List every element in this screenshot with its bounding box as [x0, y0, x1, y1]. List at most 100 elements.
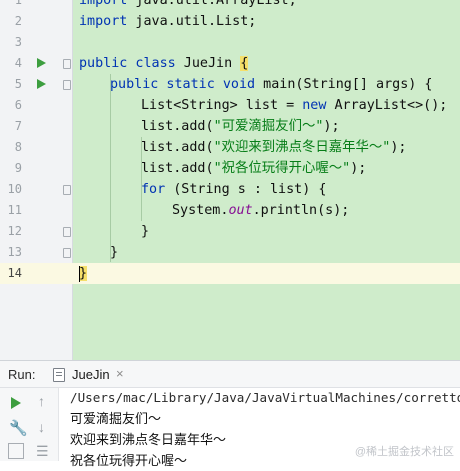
- code-token: list.add(: [141, 140, 214, 155]
- console-line: 欢迎来到沸点冬日嘉年华～: [70, 432, 227, 447]
- up-arrow-icon[interactable]: ↑: [38, 393, 45, 409]
- code-text: list.add("可爱滴掘友们～");: [141, 116, 340, 137]
- code-token: public class: [79, 56, 176, 71]
- code-text: List<String> list = new ArrayList<>();: [141, 95, 447, 116]
- code-text: list.add("祝各位玩得开心喔～");: [141, 158, 366, 179]
- code-text: }: [141, 221, 149, 242]
- code-token: "祝各位玩得开心喔～": [213, 161, 351, 176]
- list-icon[interactable]: ☰: [36, 443, 49, 460]
- fold-icon[interactable]: [63, 248, 71, 258]
- code-text: public static void main(String[] args) {: [110, 74, 433, 95]
- console-line: 祝各位玩得开心喔～: [70, 453, 188, 468]
- indent-guide: [110, 74, 111, 262]
- console-line: /Users/mac/Library/Java/JavaVirtualMachi…: [70, 390, 460, 405]
- code-token: (String s : list) {: [165, 182, 327, 197]
- code-token: );: [390, 140, 407, 155]
- code-token: java.util.List;: [127, 14, 257, 29]
- code-token: {: [240, 56, 249, 71]
- code-text: System.out.println(s);: [172, 200, 349, 221]
- indent-guide: [141, 137, 142, 221]
- code-token: ArrayList<>();: [326, 98, 448, 113]
- code-token: "可爱滴掘友们～": [213, 119, 324, 134]
- fold-icon[interactable]: [63, 59, 71, 69]
- code-token: import: [79, 0, 128, 8]
- code-token: }: [110, 245, 119, 260]
- file-icon: [53, 368, 65, 382]
- code-token: list.add(: [141, 119, 214, 134]
- line-number: 6: [14, 98, 22, 112]
- code-line: 13}: [0, 242, 460, 263]
- line-number: 10: [7, 182, 22, 196]
- code-line: 14}: [0, 263, 460, 284]
- code-token: import: [79, 14, 128, 29]
- watermark: @稀土掘金技术社区: [354, 446, 454, 458]
- line-number: 1: [14, 0, 22, 7]
- line-number: 13: [7, 245, 22, 259]
- fold-icon[interactable]: [63, 185, 71, 195]
- line-number: 7: [14, 119, 22, 133]
- run-toolbar: ↑ 🔧 ↓ ☰: [0, 388, 59, 461]
- code-line: 8 list.add("欢迎来到沸点冬日嘉年华～");: [0, 137, 460, 158]
- code-text: import java.util.List;: [79, 11, 256, 32]
- code-token: out: [228, 203, 253, 218]
- code-token: for: [141, 182, 166, 197]
- code-text: public class JueJin {: [79, 53, 249, 74]
- code-token: new: [302, 98, 327, 113]
- line-number: 14: [7, 266, 22, 280]
- code-token: main(String[] args) {: [255, 77, 433, 92]
- rerun-icon[interactable]: [11, 397, 21, 409]
- current-line-highlight: [0, 263, 460, 284]
- line-number: 3: [14, 35, 22, 49]
- run-gutter-icon[interactable]: [37, 79, 46, 89]
- code-token: public static void: [110, 77, 256, 92]
- code-line: 11 System.out.println(s);: [0, 200, 460, 221]
- code-token: list.add(: [141, 161, 214, 176]
- code-text: }: [110, 242, 118, 263]
- console-line: 可爱滴掘友们～: [70, 411, 162, 426]
- code-token: List<String> list =: [141, 98, 303, 113]
- code-line: 1 import java.util.ArrayList;: [0, 0, 460, 11]
- code-token: );: [350, 161, 367, 176]
- code-token: JueJin: [175, 56, 241, 71]
- line-number: 5: [14, 77, 22, 91]
- code-line: 4 public class JueJin {: [0, 53, 460, 74]
- code-line: 10 for (String s : list) {: [0, 179, 460, 200]
- code-line: 3: [0, 32, 460, 53]
- code-text: }: [79, 263, 88, 284]
- code-text: import java.util.ArrayList;: [79, 0, 297, 11]
- code-line: 5 public static void main(String[] args) …: [0, 74, 460, 95]
- stop-icon[interactable]: [8, 443, 24, 459]
- code-token: }: [141, 224, 150, 239]
- code-line: 7 list.add("可爱滴掘友们～");: [0, 116, 460, 137]
- code-line: 9 list.add("祝各位玩得开心喔～");: [0, 158, 460, 179]
- run-tab-juejin[interactable]: JueJin ×: [48, 361, 134, 387]
- code-token: }: [79, 266, 88, 281]
- code-token: .println(s);: [252, 203, 350, 218]
- down-arrow-icon[interactable]: ↓: [38, 419, 45, 435]
- code-token: java.util.ArrayList;: [127, 0, 297, 8]
- run-header: Run: JueJin ×: [0, 361, 460, 388]
- wrench-icon[interactable]: 🔧: [9, 419, 28, 437]
- code-token: "欢迎来到沸点冬日嘉年华～": [213, 140, 391, 155]
- code-line: 2 import java.util.List;: [0, 11, 460, 32]
- code-text: list.add("欢迎来到沸点冬日嘉年华～");: [141, 137, 407, 158]
- run-tool-window: Run: JueJin × ↑ 🔧 ↓ ☰ /Users/mac/Library…: [0, 360, 460, 468]
- line-number: 8: [14, 140, 22, 154]
- run-label: Run:: [8, 367, 36, 382]
- fold-icon[interactable]: [63, 80, 71, 90]
- code-editor[interactable]: 1 import java.util.ArrayList; 2 import java…: [0, 0, 460, 360]
- code-token: System.: [172, 203, 229, 218]
- close-icon[interactable]: ×: [116, 366, 124, 381]
- line-number: 2: [14, 14, 22, 28]
- code-line: 6 List<String> list = new ArrayList<>();: [0, 95, 460, 116]
- line-number: 4: [14, 56, 22, 70]
- code-text: for (String s : list) {: [141, 179, 326, 200]
- text-caret: [79, 266, 80, 282]
- run-gutter-icon[interactable]: [37, 58, 46, 68]
- line-number: 9: [14, 161, 22, 175]
- run-tab-label: JueJin: [72, 367, 110, 382]
- code-token: );: [323, 119, 340, 134]
- line-number: 11: [7, 203, 22, 217]
- line-number: 12: [7, 224, 22, 238]
- fold-icon[interactable]: [63, 227, 71, 237]
